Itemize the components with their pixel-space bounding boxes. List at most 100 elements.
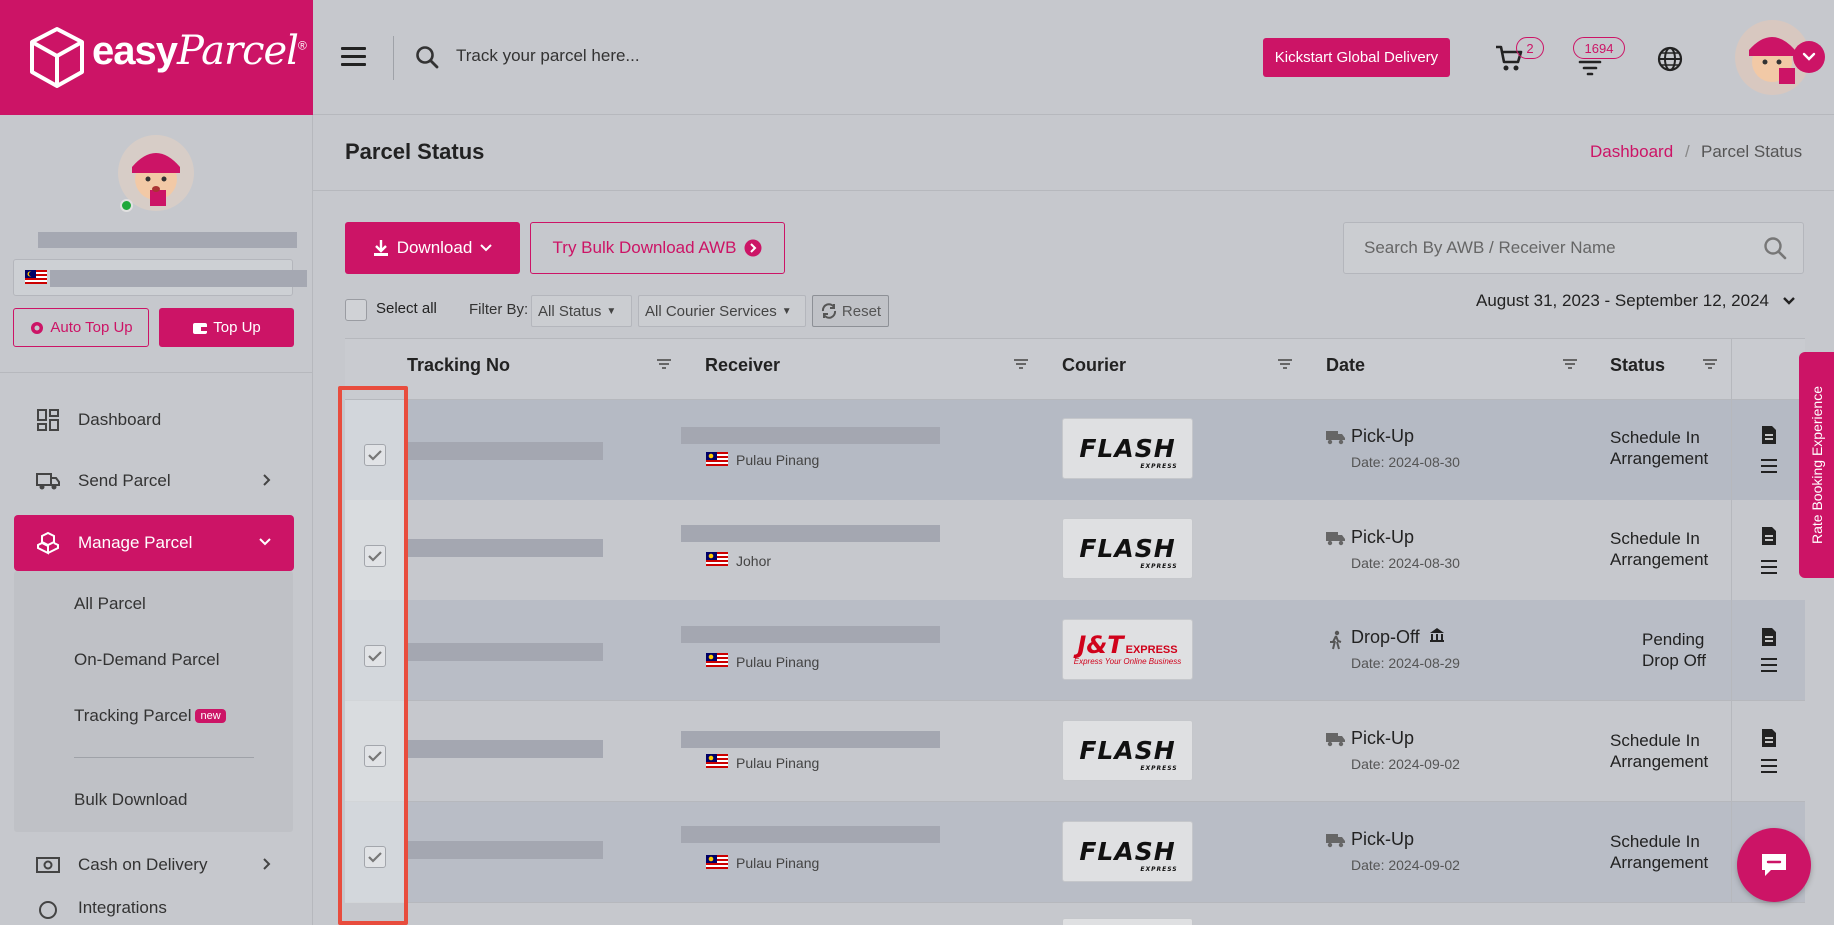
notification-icon[interactable] [1577, 56, 1603, 78]
try-bulk-download-awb-button[interactable]: Try Bulk Download AWB [530, 222, 785, 274]
redacted-tracking-no[interactable] [408, 539, 603, 557]
parcel-status: Pending Drop Off [1642, 630, 1706, 670]
sort-icon[interactable] [1013, 357, 1029, 371]
menu-toggle-icon[interactable] [341, 47, 366, 67]
parcel-status: Schedule In Arrangement [1610, 428, 1709, 468]
pickup-date: Date: 2024-08-30 [1351, 454, 1460, 470]
redacted-account-name [38, 232, 297, 248]
column-header-status[interactable]: Status [1610, 355, 1665, 376]
search-icon[interactable] [1762, 235, 1788, 261]
page-title: Parcel Status [345, 139, 485, 164]
track-parcel-input[interactable] [456, 36, 956, 76]
chevron-down-icon [259, 538, 271, 546]
search-icon[interactable] [414, 44, 440, 70]
integrations-icon [39, 901, 57, 919]
redacted-tracking-no[interactable] [408, 442, 603, 460]
malaysia-flag-icon [706, 452, 728, 466]
pickup-date: Date: 2024-09-02 [1351, 857, 1460, 873]
breadcrumb-dashboard-link[interactable]: Dashboard [1590, 142, 1673, 162]
malaysia-flag-icon [706, 552, 728, 566]
cube-logo-icon [30, 27, 84, 88]
pickup-method: Pick-Up [1351, 426, 1415, 446]
pickup-date: Date: 2024-08-30 [1351, 555, 1460, 571]
dropoff-method: Drop-Off [1351, 627, 1445, 648]
top-up-button[interactable]: Top Up [159, 308, 294, 347]
chat-button[interactable] [1737, 828, 1811, 902]
auto-top-up-button[interactable]: Auto Top Up [13, 308, 149, 347]
receiver-state: Johor [736, 553, 772, 569]
malaysia-flag-icon [25, 270, 47, 284]
submenu-tracking-parcel[interactable]: Tracking Parcel new [74, 706, 226, 726]
pickup-date: Date: 2024-09-02 [1351, 756, 1460, 772]
redacted-receiver-name [681, 826, 940, 843]
pickup-method: Pick-Up [1351, 728, 1415, 748]
document-icon[interactable] [1760, 627, 1778, 647]
courier-logo-jt: J&T EXPRESS Express Your Online Business [1062, 619, 1193, 680]
globe-icon[interactable] [1656, 45, 1684, 73]
rate-booking-experience-label[interactable]: Rate Booking Experience [1799, 352, 1834, 578]
menu-icon[interactable] [1760, 456, 1778, 476]
redacted-tracking-no[interactable] [408, 841, 603, 859]
new-badge: new [195, 709, 226, 723]
action-column-divider [1731, 338, 1732, 903]
sidebar-item-integrations[interactable]: Integrations [14, 898, 294, 925]
document-icon[interactable] [1760, 526, 1778, 546]
sort-icon[interactable] [1702, 357, 1718, 371]
courier-logo-flash: FLASH EXPRESS [1062, 720, 1193, 781]
column-header-courier[interactable]: Courier [1062, 355, 1126, 376]
redacted-receiver-name [681, 626, 940, 643]
truck-icon [1326, 532, 1345, 546]
checkbox-column-highlight [338, 386, 408, 925]
truck-icon [36, 473, 60, 490]
menu-icon[interactable] [1760, 655, 1778, 675]
date-range-picker[interactable]: August 31, 2023 - September 12, 2024 [1476, 291, 1796, 311]
column-header-receiver[interactable]: Receiver [705, 355, 780, 376]
menu-icon[interactable] [1760, 557, 1778, 577]
online-status-dot [120, 199, 133, 212]
header-divider [313, 190, 1834, 191]
submenu-all-parcel[interactable]: All Parcel [74, 594, 146, 614]
select-all-checkbox[interactable] [345, 299, 367, 321]
document-icon[interactable] [1760, 425, 1778, 445]
malaysia-flag-icon [706, 754, 728, 768]
courier-logo-flash: FLASH EXPRESS [1062, 418, 1193, 479]
status-filter-select[interactable]: All Status ▼ [531, 295, 632, 327]
column-header-date[interactable]: Date [1326, 355, 1365, 376]
bank-icon [1429, 628, 1444, 642]
chevron-right-icon [263, 474, 271, 486]
menu-icon[interactable] [1760, 756, 1778, 776]
brand-wordmark: easyParcel® [92, 28, 307, 74]
receiver-state: Pulau Pinang [736, 855, 820, 871]
sidebar-item-cash-on-delivery[interactable]: Cash on Delivery [14, 840, 294, 890]
receiver-state: Pulau Pinang [736, 755, 820, 771]
submenu-bulk-download[interactable]: Bulk Download [74, 790, 187, 810]
sidebar-item-dashboard[interactable]: Dashboard [14, 395, 294, 445]
reset-button[interactable]: Reset [812, 295, 889, 327]
courier-filter-select[interactable]: All Courier Services ▼ [638, 295, 806, 327]
courier-logo-partial [1062, 918, 1193, 925]
truck-icon [1326, 834, 1345, 848]
receiver-state: Pulau Pinang [736, 452, 820, 468]
chevron-down-icon[interactable] [1793, 41, 1825, 73]
sort-icon[interactable] [656, 357, 672, 371]
courier-logo-flash: FLASH EXPRESS [1062, 518, 1193, 579]
select-all-label: Select all [376, 300, 437, 317]
courier-logo-flash: FLASH EXPRESS [1062, 821, 1193, 882]
sidebar-item-manage-parcel[interactable]: Manage Parcel [14, 515, 294, 571]
awb-search-input[interactable] [1343, 222, 1804, 274]
sort-icon[interactable] [1277, 357, 1293, 371]
chevron-down-icon [1782, 297, 1795, 305]
document-icon[interactable] [1760, 728, 1778, 748]
kickstart-global-delivery-button[interactable]: Kickstart Global Delivery [1263, 38, 1450, 77]
column-header-tracking-no[interactable]: Tracking No [407, 355, 510, 376]
breadcrumb-current: Parcel Status [1701, 142, 1803, 161]
sidebar-item-send-parcel[interactable]: Send Parcel [14, 456, 294, 506]
sort-icon[interactable] [1562, 357, 1578, 371]
download-button[interactable]: Download [345, 222, 520, 274]
cash-icon [36, 857, 60, 873]
submenu-on-demand-parcel[interactable]: On-Demand Parcel [74, 650, 220, 670]
submenu-divider [74, 757, 254, 758]
malaysia-flag-icon [706, 653, 728, 667]
redacted-tracking-no[interactable] [408, 740, 603, 758]
redacted-tracking-no[interactable] [408, 643, 603, 661]
